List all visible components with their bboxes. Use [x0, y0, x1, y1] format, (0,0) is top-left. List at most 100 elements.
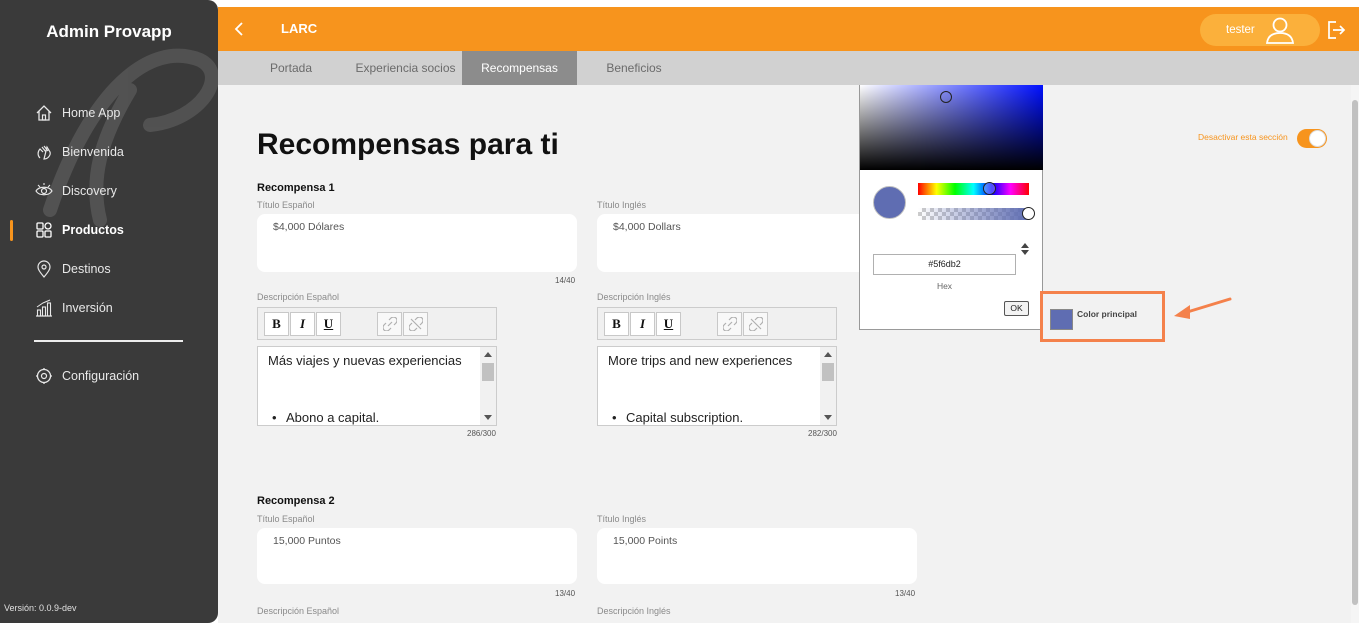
user-menu[interactable]: tester — [1200, 14, 1320, 46]
header-bar: LARC tester — [218, 7, 1359, 51]
color-control-label: Color principal — [1077, 309, 1137, 319]
sidebar-item-productos[interactable]: Productos — [34, 219, 124, 241]
version-label: Versión: 0.0.9-dev — [4, 603, 77, 613]
page-scrollbar-thumb[interactable] — [1352, 100, 1358, 605]
eye-icon — [34, 181, 54, 201]
reward-1-desc-es-label: Descripción Español — [257, 292, 340, 302]
saturation-cursor[interactable] — [940, 91, 952, 103]
reward-1-desc-en-counter: 282/300 — [808, 429, 837, 438]
section-toggle-label: Desactivar esta sección — [1198, 132, 1288, 142]
tab-experiencia-socios[interactable]: Experiencia socios — [348, 51, 463, 85]
logout-button[interactable] — [1326, 20, 1346, 45]
color-swatch-button[interactable] — [1050, 309, 1073, 330]
tab-bar: Portada Experiencia socios Recompensas B… — [218, 51, 1359, 85]
reward-1-desc-es-editor[interactable]: Más viajes y nuevas experiencias Abono a… — [257, 346, 497, 426]
bar-chart-icon — [34, 298, 54, 318]
top-strip — [218, 0, 1359, 7]
back-button[interactable] — [230, 19, 250, 39]
reward-2-desc-es-label: Descripción Español — [257, 606, 340, 616]
reward-2-title-en-counter: 13/40 — [895, 589, 916, 598]
underline-button[interactable]: U — [316, 312, 341, 336]
reward-2-title-es-input[interactable]: 15,000 Puntos — [257, 528, 577, 584]
reward-1-desc-en-label: Descripción Inglés — [597, 292, 671, 302]
tab-portada[interactable]: Portada — [254, 51, 328, 85]
sidebar-item-home-app[interactable]: Home App — [34, 102, 120, 124]
reward-1-title-es-label: Título Español — [257, 200, 315, 210]
chevron-left-icon — [234, 22, 243, 36]
reward-2-title-en-label: Título Inglés — [597, 514, 647, 524]
link-icon — [722, 317, 737, 331]
unlink-icon — [748, 317, 763, 331]
reward-1-desc-en-editor[interactable]: More trips and new experiences Capital s… — [597, 346, 837, 426]
sidebar-item-discovery[interactable]: Discovery — [34, 180, 117, 202]
reward-1-desc-en-toolbar: B I U — [597, 307, 837, 340]
annotation-arrow-icon — [1174, 297, 1232, 319]
reward-2-title: Recompensa 2 — [257, 495, 335, 507]
reward-1-title-es-counter: 14/40 — [555, 276, 576, 285]
editor-paragraph: Más viajes y nuevas experiencias — [268, 353, 462, 368]
link-button[interactable] — [717, 312, 742, 336]
sidebar-item-configuracion[interactable]: Configuración — [34, 365, 139, 387]
unlink-button[interactable] — [743, 312, 768, 336]
section-toggle[interactable] — [1297, 129, 1327, 148]
reward-2-title-en-input[interactable]: 15,000 Points — [597, 528, 917, 584]
reward-1-title-en-input[interactable]: $4,000 Dollars — [597, 214, 859, 272]
tab-beneficios[interactable]: Beneficios — [598, 51, 670, 85]
editor-scrollbar[interactable] — [480, 347, 496, 425]
unlink-icon — [408, 317, 423, 331]
home-icon — [34, 103, 54, 123]
sidebar: Admin Provapp Home App Bienvenida Discov… — [0, 0, 218, 623]
user-icon — [1265, 17, 1295, 44]
sidebar-item-label: Home App — [62, 106, 121, 120]
tab-recompensas[interactable]: Recompensas — [462, 51, 577, 85]
sidebar-divider — [34, 340, 183, 342]
sidebar-item-bienvenida[interactable]: Bienvenida — [34, 141, 124, 163]
page-title: Recompensas para ti — [257, 128, 559, 161]
format-toggle[interactable] — [1021, 243, 1029, 257]
ok-button[interactable]: OK — [1004, 301, 1029, 316]
wave-hand-icon — [34, 142, 54, 162]
hue-slider-handle[interactable] — [983, 182, 996, 195]
reward-2-title-es-counter: 13/40 — [555, 589, 576, 598]
color-preview — [873, 186, 906, 219]
hex-input[interactable]: #5f6db2 — [873, 254, 1016, 275]
hue-slider[interactable] — [918, 182, 1029, 195]
italic-button[interactable]: I — [290, 312, 315, 336]
caret-down-icon — [1021, 250, 1029, 255]
color-control-highlight: Color principal — [1040, 291, 1165, 342]
app-root: Admin Provapp Home App Bienvenida Discov… — [0, 0, 1359, 623]
unlink-button[interactable] — [403, 312, 428, 336]
editor-scrollbar[interactable] — [820, 347, 836, 425]
alpha-slider-handle[interactable] — [1022, 207, 1035, 220]
reward-1-title: Recompensa 1 — [257, 182, 335, 194]
hex-label: Hex — [936, 281, 953, 291]
caret-up-icon — [1021, 243, 1029, 248]
editor-paragraph: More trips and new experiences — [608, 353, 793, 368]
underline-button[interactable]: U — [656, 312, 681, 336]
color-picker-popover: #5f6db2 Hex OK — [859, 85, 1043, 330]
sidebar-item-label: Discovery — [62, 184, 117, 198]
saturation-area[interactable] — [860, 85, 1043, 170]
link-button[interactable] — [377, 312, 402, 336]
sidebar-item-label: Configuración — [62, 369, 140, 383]
link-icon — [382, 317, 397, 331]
logout-icon — [1328, 21, 1346, 39]
bold-button[interactable]: B — [604, 312, 629, 336]
reward-1-desc-es-toolbar: B I U — [257, 307, 497, 340]
reward-1-title-es-input[interactable]: $4,000 Dólares — [257, 214, 577, 272]
bold-button[interactable]: B — [264, 312, 289, 336]
editor-bullet: Abono a capital. — [272, 410, 379, 425]
grid-icon — [34, 220, 54, 240]
reward-1-desc-es-counter: 286/300 — [467, 429, 496, 438]
reward-2-title-es-label: Título Español — [257, 514, 315, 524]
reward-1-title-en-label: Título Inglés — [597, 200, 647, 210]
sidebar-item-destinos[interactable]: Destinos — [34, 258, 111, 280]
alpha-slider[interactable] — [918, 207, 1035, 220]
editor-bullet: Capital subscription. — [612, 410, 743, 425]
sidebar-item-label: Destinos — [62, 262, 111, 276]
sidebar-item-inversion[interactable]: Inversión — [34, 297, 113, 319]
map-pin-icon — [34, 259, 54, 279]
sidebar-item-label: Productos — [62, 223, 124, 237]
reward-2-desc-en-label: Descripción Inglés — [597, 606, 671, 616]
italic-button[interactable]: I — [630, 312, 655, 336]
